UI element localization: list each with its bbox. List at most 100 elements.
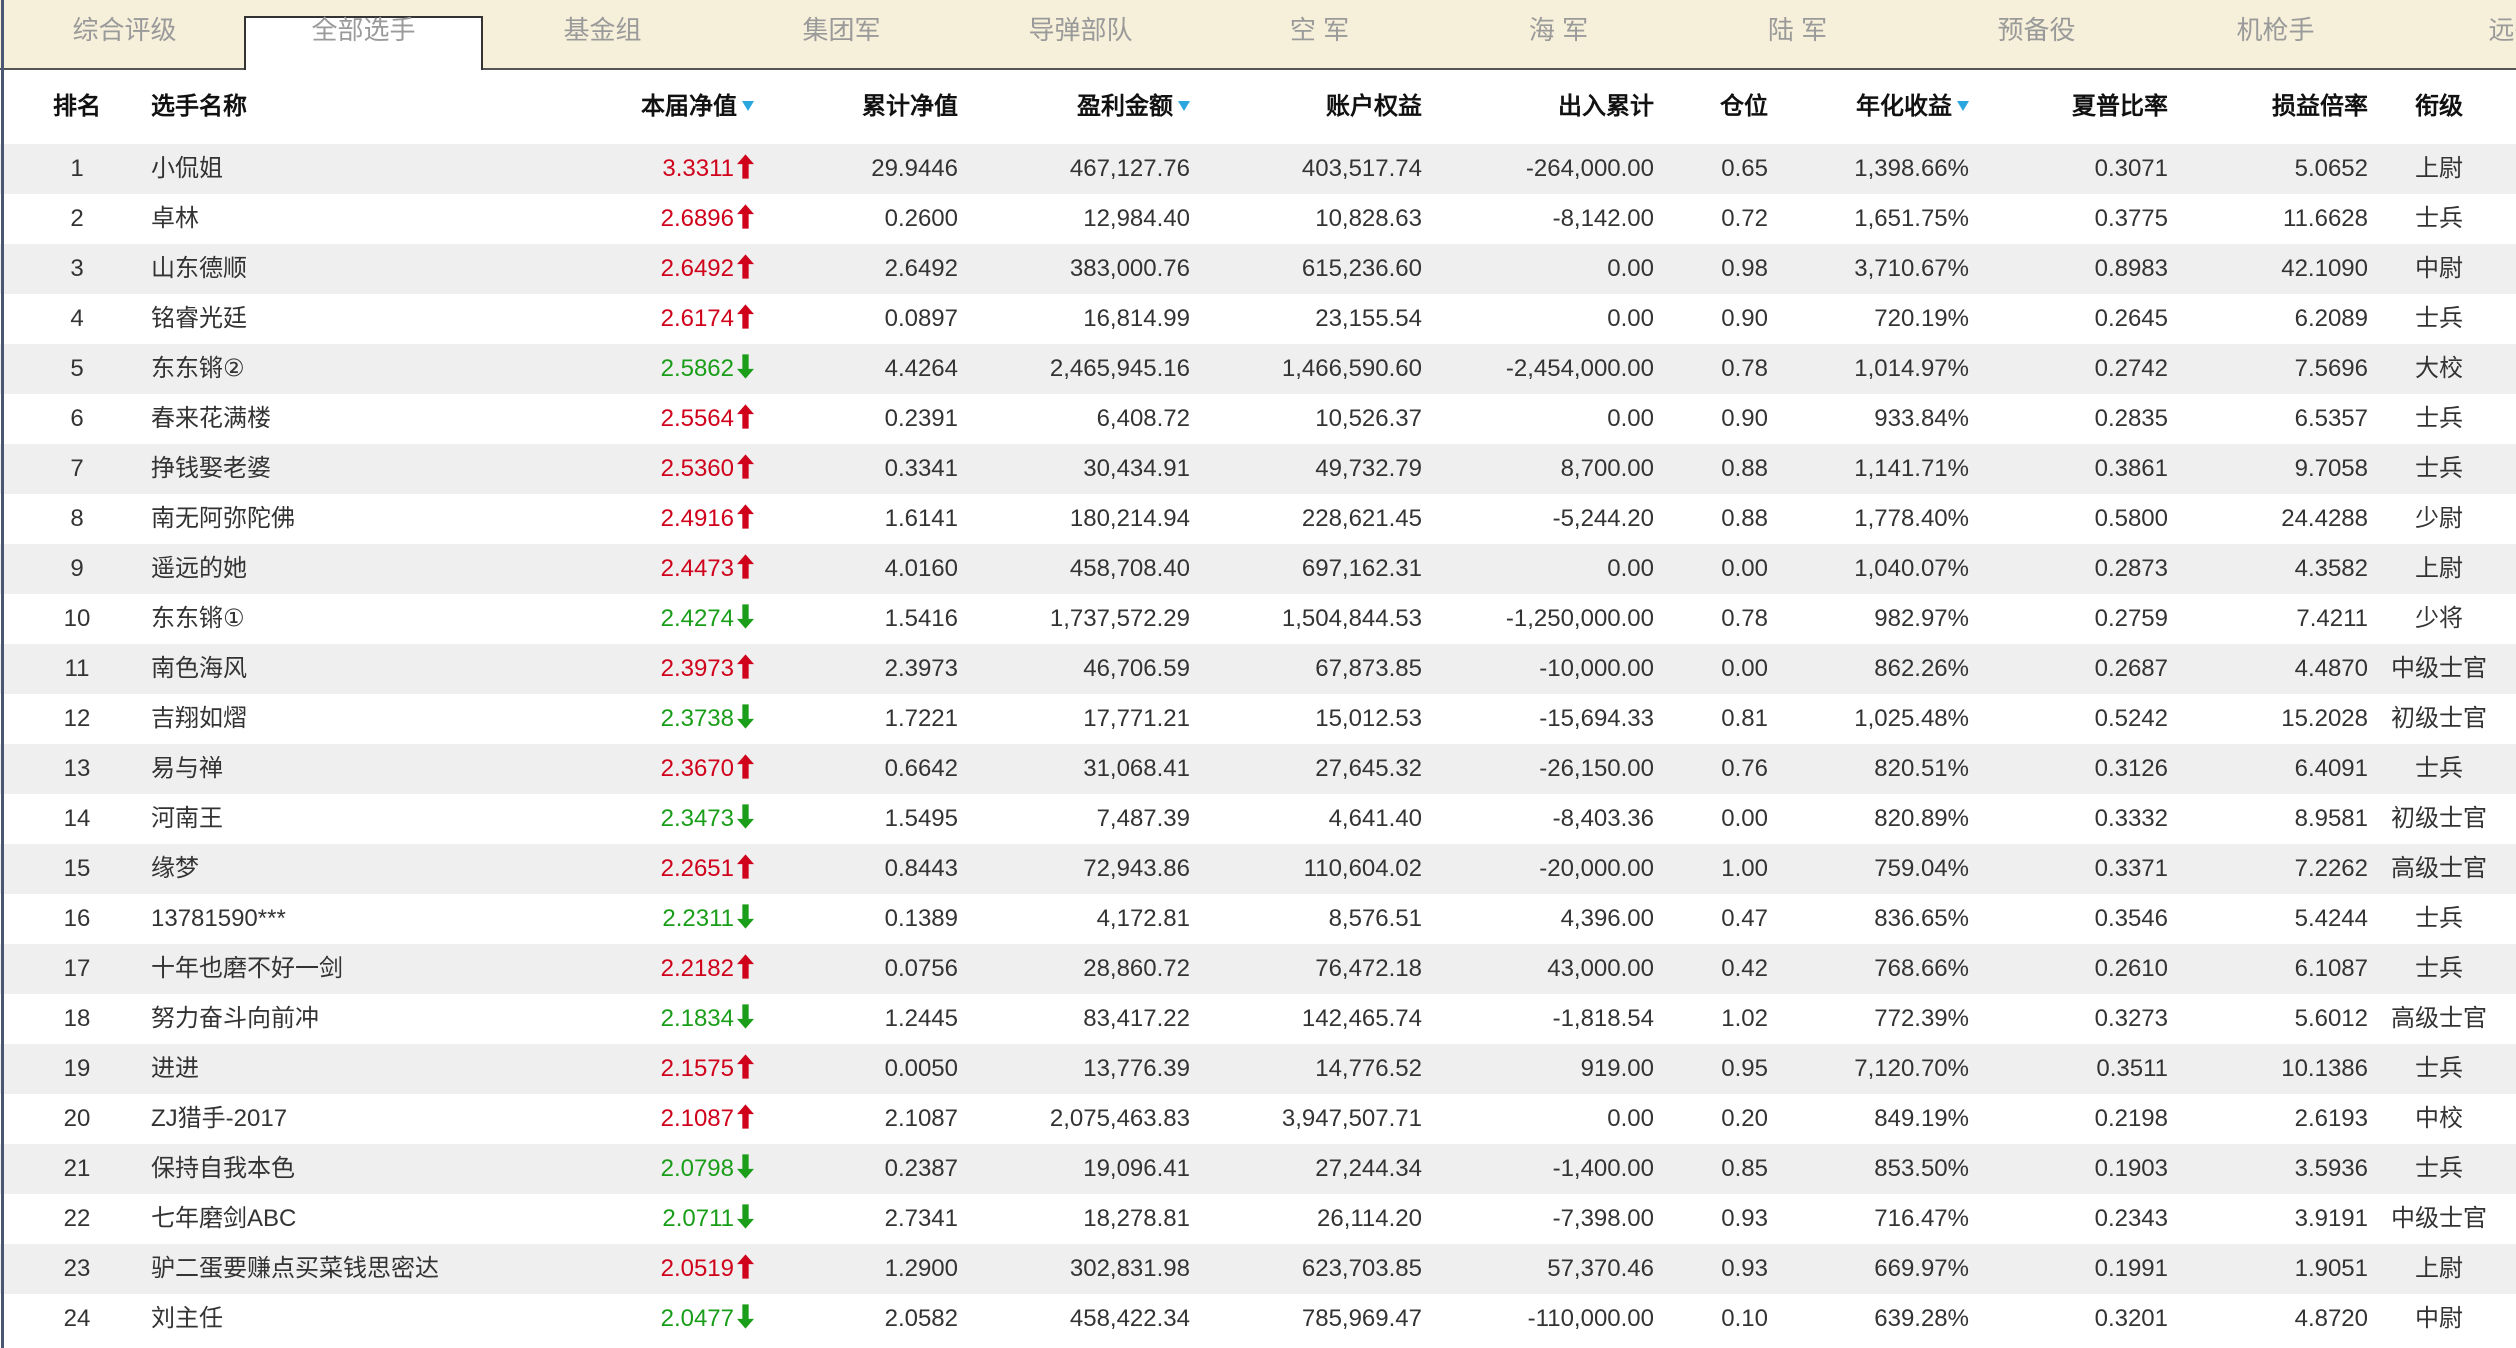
rank-number: 20 <box>63 1105 91 1132</box>
header-player-name: 选手名称 <box>151 93 247 120</box>
player-name-cell: 河南王 <box>149 794 560 844</box>
sharpe-ratio: 0.3201 <box>2094 1305 2168 1332</box>
player-name-cell: 易与禅 <box>149 744 560 794</box>
player-name[interactable]: 13781590*** <box>151 905 286 932</box>
player-name[interactable]: 挣钱娶老婆 <box>151 455 271 482</box>
position-ratio: 0.95 <box>1721 1055 1768 1082</box>
table-row: 17 十年也磨不好一剑 2.2182 0.0756 28,860.72 76,472.18… <box>0 944 2516 994</box>
header-current-net-value[interactable]: 本届净值 <box>560 70 760 144</box>
cumulative-net-value: 1.2900 <box>884 1255 958 1282</box>
cumulative-in-out: -8,403.36 <box>1552 805 1654 832</box>
header-profit-amount[interactable]: 盈利金额 <box>964 70 1196 144</box>
tab-ground-army[interactable]: 陆 军 <box>1678 0 1917 68</box>
rank-number: 13 <box>63 755 91 782</box>
tab-reserve[interactable]: 预备役 <box>1917 0 2156 68</box>
profit-loss-ratio: 5.6012 <box>2294 1005 2368 1032</box>
profit-loss-ratio: 6.2089 <box>2294 305 2368 332</box>
cumulative-in-out: -1,400.00 <box>1552 1155 1654 1182</box>
current-net-value: 2.1087 <box>660 1105 734 1132</box>
sharpe-ratio: 0.2742 <box>2094 355 2168 382</box>
annualized-return: 772.39% <box>1874 1005 1969 1032</box>
rank-number: 22 <box>63 1205 91 1232</box>
tab-army-group[interactable]: 集团军 <box>722 0 961 68</box>
cumulative-in-out: -8,142.00 <box>1552 205 1654 232</box>
sharpe-ratio: 0.3371 <box>2094 855 2168 882</box>
current-net-value: 2.4916 <box>660 505 734 532</box>
tab-navy[interactable]: 海 军 <box>1439 0 1678 68</box>
table-row: 16 13781590*** 2.2311 0.1389 4,172.81 8,576.5… <box>0 894 2516 944</box>
sort-desc-icon[interactable] <box>742 100 754 111</box>
sort-desc-icon[interactable] <box>1178 100 1190 111</box>
player-name[interactable]: 缘梦 <box>151 855 199 882</box>
player-name[interactable]: 七年磨剑ABC <box>151 1205 296 1232</box>
rank-number: 21 <box>63 1155 91 1182</box>
rank-title: 上尉 <box>2415 1255 2463 1282</box>
current-net-value: 2.5862 <box>660 355 734 382</box>
rank-number: 15 <box>63 855 91 882</box>
sharpe-ratio: 0.2198 <box>2094 1105 2168 1132</box>
current-net-value: 2.0711 <box>662 1205 734 1232</box>
tab-overall-rating[interactable]: 综合评级 <box>5 0 244 68</box>
player-name-cell: ZJ猎手-2017 <box>149 1094 560 1144</box>
position-ratio: 0.72 <box>1721 205 1768 232</box>
tab-missile-force[interactable]: 导弹部队 <box>961 0 1200 68</box>
tab-air-force[interactable]: 空 军 <box>1200 0 1439 68</box>
player-name[interactable]: ZJ猎手-2017 <box>151 1105 287 1132</box>
rank-title: 士兵 <box>2415 1055 2463 1082</box>
player-name[interactable]: 东东锵① <box>151 605 245 632</box>
cumulative-in-out: -26,150.00 <box>1539 755 1654 782</box>
position-ratio: 1.02 <box>1721 1005 1768 1032</box>
tab-fund-group[interactable]: 基金组 <box>483 0 722 68</box>
rank-number: 16 <box>63 905 91 932</box>
cumulative-net-value: 1.2445 <box>884 1005 958 1032</box>
player-name-cell: 驴二蛋要赚点买菜钱思密达 <box>149 1244 560 1294</box>
current-net-value: 2.0477 <box>660 1305 734 1332</box>
profit-loss-ratio: 24.4288 <box>2281 505 2368 532</box>
player-name-cell: 七年磨剑ABC <box>149 1194 560 1244</box>
player-name[interactable]: 吉翔如熠 <box>151 705 247 732</box>
account-equity: 8,576.51 <box>1328 905 1422 932</box>
player-name[interactable]: 刘主任 <box>151 1305 223 1332</box>
player-name-cell: 南无阿弥陀佛 <box>149 494 560 544</box>
current-net-value-cell: 2.2651 <box>560 844 760 894</box>
cumulative-in-out: -15,694.33 <box>1539 705 1654 732</box>
current-net-value: 2.1834 <box>660 1005 734 1032</box>
rank-title: 初级士官 <box>2391 705 2487 732</box>
sort-desc-icon[interactable] <box>1957 100 1969 111</box>
arrow-down-icon <box>737 604 754 629</box>
position-ratio: 0.98 <box>1721 255 1768 282</box>
player-name[interactable]: 河南王 <box>151 805 223 832</box>
cumulative-in-out: -7,398.00 <box>1552 1205 1654 1232</box>
player-name[interactable]: 南无阿弥陀佛 <box>151 505 295 532</box>
player-name[interactable]: 春来花满楼 <box>151 405 271 432</box>
player-name[interactable]: 易与禅 <box>151 755 223 782</box>
player-name[interactable]: 小侃姐 <box>151 155 223 182</box>
arrow-up-icon <box>737 204 754 229</box>
cumulative-net-value: 2.0582 <box>884 1305 958 1332</box>
player-name[interactable]: 进进 <box>151 1055 199 1082</box>
player-name[interactable]: 驴二蛋要赚点买菜钱思密达 <box>151 1255 439 1282</box>
position-ratio: 0.42 <box>1721 955 1768 982</box>
rank-title: 高级士官 <box>2391 855 2487 882</box>
header-annualized-return[interactable]: 年化收益 <box>1774 70 1975 144</box>
player-name[interactable]: 遥远的她 <box>151 555 247 582</box>
tab-all-players[interactable]: 全部选手 <box>244 16 483 70</box>
sharpe-ratio: 0.3273 <box>2094 1005 2168 1032</box>
player-name[interactable]: 东东锵② <box>151 355 245 382</box>
sharpe-ratio: 0.3861 <box>2094 455 2168 482</box>
player-name[interactable]: 努力奋斗向前冲 <box>151 1005 319 1032</box>
player-name[interactable]: 铭睿光廷 <box>151 305 247 332</box>
profit-amount: 4,172.81 <box>1096 905 1190 932</box>
player-name-cell: 十年也磨不好一剑 <box>149 944 560 994</box>
player-name[interactable]: 十年也磨不好一剑 <box>151 955 343 982</box>
player-name[interactable]: 山东德顺 <box>151 255 247 282</box>
current-net-value: 2.6896 <box>660 205 734 232</box>
arrow-down-icon <box>737 1204 754 1229</box>
player-name[interactable]: 南色海风 <box>151 655 247 682</box>
player-name[interactable]: 保持自我本色 <box>151 1155 295 1182</box>
cumulative-net-value: 0.1389 <box>884 905 958 932</box>
tab-machine-gunner[interactable]: 机枪手 <box>2156 0 2395 68</box>
player-name[interactable]: 卓林 <box>151 205 199 232</box>
account-equity: 110,604.02 <box>1303 855 1422 882</box>
tab-expedition[interactable]: 远征 <box>2395 0 2516 68</box>
